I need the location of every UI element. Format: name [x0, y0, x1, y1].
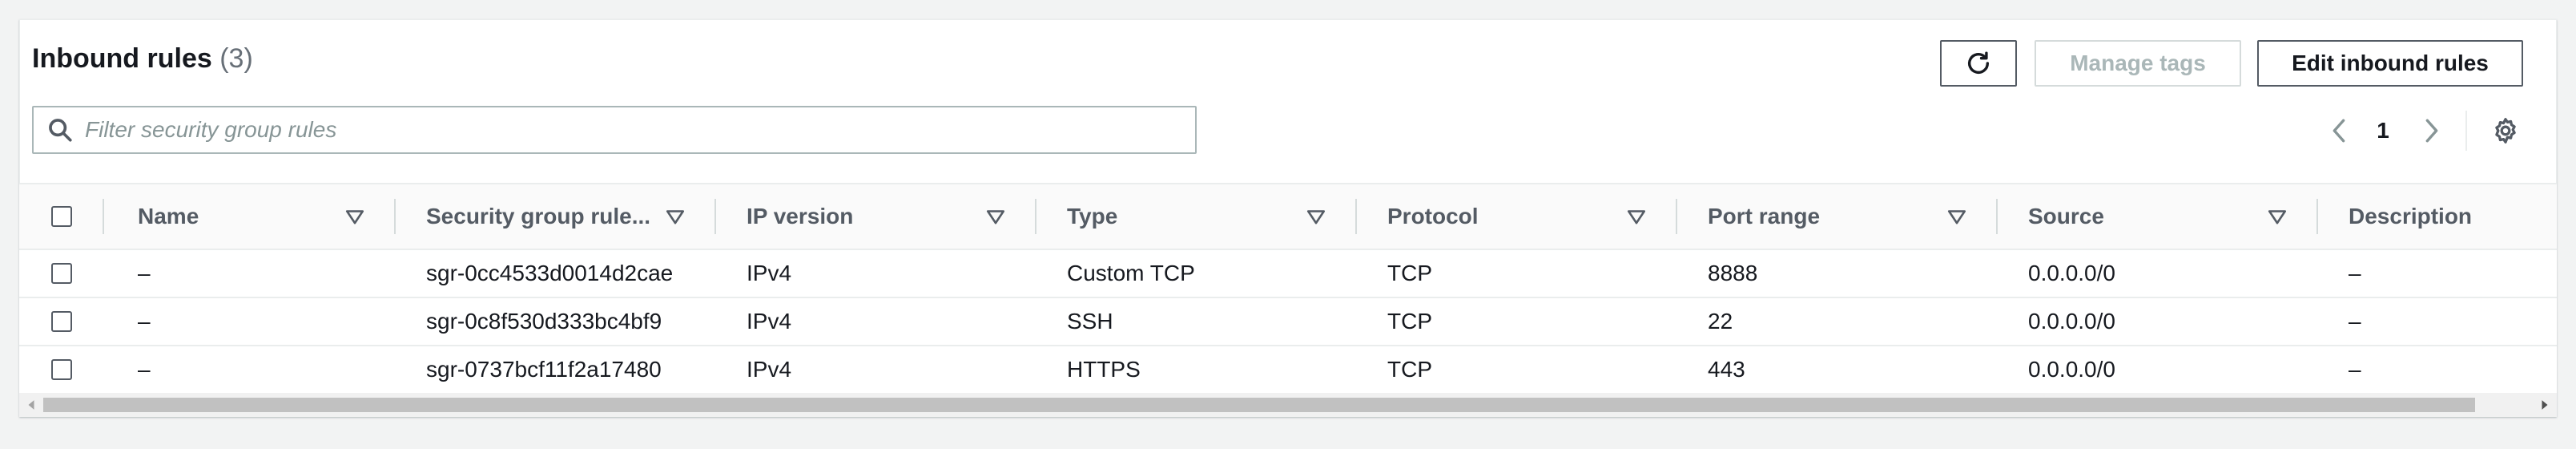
page-title: Inbound rules (3)	[32, 43, 253, 75]
column-separator	[714, 199, 716, 234]
row-checkbox[interactable]	[51, 359, 72, 380]
scroll-left-button[interactable]	[21, 393, 42, 417]
column-header-description[interactable]: Description	[2349, 184, 2472, 249]
sort-icon[interactable]	[665, 206, 686, 227]
filter-field[interactable]	[32, 106, 1197, 154]
manage-tags-button[interactable]: Manage tags	[2035, 40, 2241, 87]
cell-protocol: TCP	[1387, 309, 1432, 334]
cell-ip-version: IPv4	[747, 357, 792, 382]
table-row[interactable]: – sgr-0c8f530d333bc4bf9 IPv4 SSH TCP 22 …	[19, 298, 2557, 346]
cell-source: 0.0.0.0/0	[2028, 309, 2115, 334]
search-icon	[49, 119, 72, 142]
chevron-left-icon	[2332, 119, 2345, 143]
cell-source: 0.0.0.0/0	[2028, 261, 2115, 285]
cell-type: SSH	[1067, 309, 1113, 334]
cell-port-range: 8888	[1708, 261, 1758, 285]
table-header: Name Security group rule... IP version T…	[19, 183, 2557, 250]
cell-name: –	[138, 309, 151, 334]
column-header-type[interactable]: Type	[1067, 184, 1117, 249]
scrollbar-thumb[interactable]	[43, 398, 2475, 412]
cell-port-range: 443	[1708, 357, 1745, 382]
rule-count: (3)	[219, 43, 253, 74]
cell-source: 0.0.0.0/0	[2028, 357, 2115, 382]
column-header-port-range[interactable]: Port range	[1708, 184, 1820, 249]
cell-description: –	[2349, 309, 2361, 334]
previous-page-button[interactable]	[2323, 112, 2355, 149]
column-separator	[1676, 199, 1677, 234]
cell-description: –	[2349, 357, 2361, 382]
table-row[interactable]: – sgr-0737bcf11f2a17480 IPv4 HTTPS TCP 4…	[19, 346, 2557, 394]
sort-icon[interactable]	[1626, 206, 1647, 227]
filter-input[interactable]	[83, 116, 1176, 144]
cell-name: –	[138, 357, 151, 382]
cell-rule-id: sgr-0cc4533d0014d2cae	[426, 261, 674, 285]
column-separator	[103, 199, 104, 234]
column-header-source[interactable]: Source	[2028, 184, 2104, 249]
column-separator	[394, 199, 396, 234]
select-all-checkbox[interactable]	[51, 206, 72, 227]
column-header-protocol[interactable]: Protocol	[1387, 184, 1479, 249]
sort-icon[interactable]	[2267, 206, 2288, 227]
cell-description: –	[2349, 261, 2361, 285]
cell-ip-version: IPv4	[747, 309, 792, 334]
refresh-icon	[1967, 51, 1990, 74]
chevron-right-icon	[2425, 119, 2438, 143]
title-text: Inbound rules	[32, 43, 212, 74]
column-header-name[interactable]: Name	[138, 184, 199, 249]
cell-name: –	[138, 261, 151, 285]
column-separator	[2316, 199, 2318, 234]
column-separator	[1355, 199, 1357, 234]
column-header-ip-version[interactable]: IP version	[747, 184, 853, 249]
cell-rule-id: sgr-0c8f530d333bc4bf9	[426, 309, 662, 334]
row-checkbox[interactable]	[51, 263, 72, 284]
cell-type: Custom TCP	[1067, 261, 1195, 285]
cell-port-range: 22	[1708, 309, 1733, 334]
column-separator	[1035, 199, 1036, 234]
cell-protocol: TCP	[1387, 357, 1432, 382]
sort-icon[interactable]	[1946, 206, 1967, 227]
pagination-divider	[2465, 111, 2467, 151]
refresh-button[interactable]	[1940, 40, 2017, 87]
cell-rule-id: sgr-0737bcf11f2a17480	[426, 357, 662, 382]
sort-icon[interactable]	[1306, 206, 1326, 227]
gear-icon	[2495, 118, 2516, 144]
cell-ip-version: IPv4	[747, 261, 792, 285]
cell-protocol: TCP	[1387, 261, 1432, 285]
column-header-rule-id[interactable]: Security group rule...	[426, 184, 650, 249]
next-page-button[interactable]	[2416, 112, 2448, 149]
scroll-right-arrow-icon	[2542, 400, 2548, 410]
edit-inbound-rules-button[interactable]: Edit inbound rules	[2257, 40, 2523, 87]
sort-icon[interactable]	[985, 206, 1006, 227]
column-separator	[1996, 199, 1998, 234]
preferences-button[interactable]	[2489, 112, 2522, 149]
table-row[interactable]: – sgr-0cc4533d0014d2cae IPv4 Custom TCP …	[19, 250, 2557, 298]
row-checkbox[interactable]	[51, 311, 72, 332]
cell-type: HTTPS	[1067, 357, 1141, 382]
current-page-number[interactable]: 1	[2371, 112, 2395, 149]
horizontal-scrollbar[interactable]	[19, 393, 2557, 417]
sort-icon[interactable]	[344, 206, 365, 227]
scroll-right-button[interactable]	[2534, 393, 2555, 417]
scroll-left-arrow-icon	[28, 400, 34, 410]
